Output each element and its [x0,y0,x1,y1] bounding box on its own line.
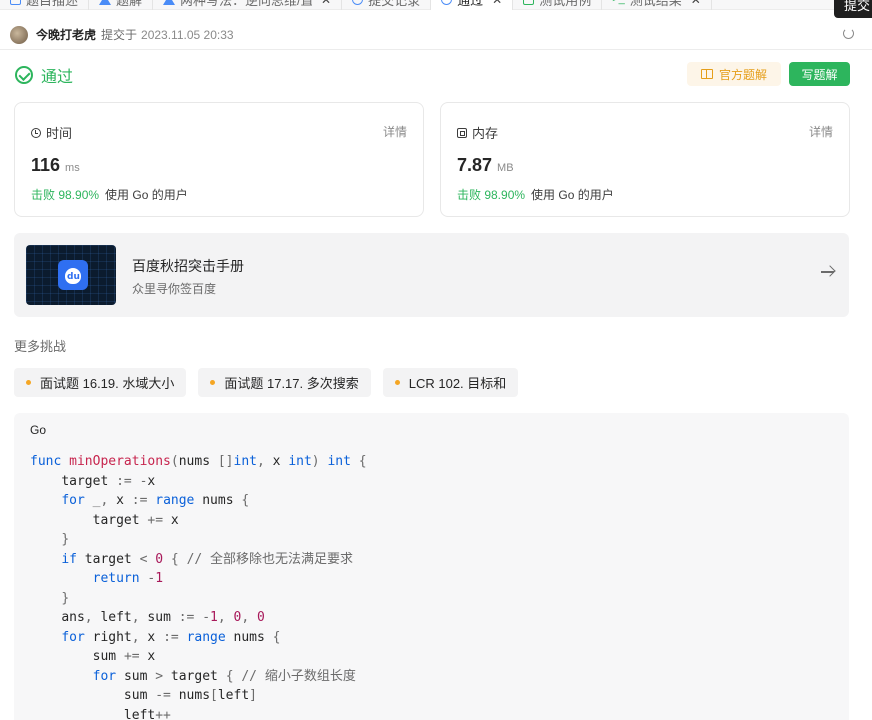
difficulty-dot [394,380,400,385]
challenge-label: 面试题 16.19. 水域大小 [40,376,175,391]
tab-solutions[interactable]: 题解 [89,0,154,10]
chip-icon [457,127,467,138]
history-icon [441,0,453,5]
code-line: for right, x := range nums { [61,629,281,645]
memory-title: 内存 [472,126,499,141]
tab-submissions[interactable]: 提交记录 [342,0,432,10]
status-text: 通过 [41,69,74,86]
checkbox-icon [523,0,535,5]
challenge-chip[interactable]: LCR 102. 目标和 [382,368,519,397]
submitted-prefix: 提交于 [101,28,138,42]
difficulty-dot [210,380,216,385]
memory-card[interactable]: 内存 详情 7.87 MB 击败 98.90% 使用 Go 的用户 [440,102,850,217]
tab-testcases[interactable]: 测试用例 [513,0,603,10]
tab-label: 题解 [116,0,143,8]
editor-tab-strip: 题目描述 题解 两种写法：逆向思维/直接 ✕ 提交记录 通过 ✕ 测试用例 >_… [0,0,872,10]
submission-timestamp: 2023.11.05 20:33 [141,28,234,42]
code-line: if target < 0 { // 全部移除也无法满足要求 [61,551,354,567]
memory-beat: 击败 98.90% 使用 Go 的用户 [457,186,614,203]
tab-label: 提交记录 [368,0,421,8]
code-line: func minOperations(nums []int, x int) in… [30,454,367,469]
code-line: sum += x [92,649,156,664]
terminal-icon: >_ [612,0,625,5]
memory-beat-suffix: 使用 Go 的用户 [531,188,614,202]
flask-icon [99,0,112,5]
runtime-header: 时间 [31,123,72,142]
check-circle-icon [15,66,33,84]
code-line: target += x [92,512,179,528]
clock-icon [31,127,41,138]
memory-detail-link[interactable]: 详情 [809,123,833,140]
code-line: return -1 [92,571,164,586]
code-content[interactable]: func minOperations(nums []int, x int) in… [30,452,367,720]
tab-label: 测试结果 [629,0,682,8]
baidu-logo-icon [58,260,88,290]
close-icon[interactable]: ✕ [691,0,701,7]
challenge-chip[interactable]: 面试题 16.19. 水域大小 [14,368,187,397]
code-line: for sum > target { // 缩小子数组长度 [92,668,356,684]
runtime-detail-link[interactable]: 详情 [383,123,407,140]
username[interactable]: 今晚打老虎 [36,26,96,43]
tab-label: 题目描述 [26,0,79,8]
memory-number: 7.87 [457,155,493,175]
code-line: ans, left, sum := -1, 0, 0 [61,610,265,625]
submit-button[interactable]: 提交 [834,0,872,18]
difficulty-dot [26,380,31,385]
book-icon [700,69,713,79]
runtime-beat: 击败 98.90% 使用 Go 的用户 [31,186,188,203]
promo-banner[interactable]: 百度秋招突击手册 众里寻你签百度 [14,233,849,317]
tab-accepted[interactable]: 通过 ✕ [431,0,514,10]
code-line: } [61,590,70,606]
official-solution-button[interactable]: 官方题解 [687,62,781,86]
runtime-beat-suffix: 使用 Go 的用户 [105,188,188,202]
code-line: sum -= nums[left] [123,688,257,703]
refresh-icon[interactable] [843,28,854,39]
memory-beat-percent: 击败 98.90% [457,188,526,202]
memory-unit: MB [497,162,514,174]
more-challenges-list: 面试题 16.19. 水域大小 面试题 17.17. 多次搜索 LCR 102.… [14,368,519,397]
code-line: for _, x := range nums { [61,493,250,508]
tab-label: 通过 [457,0,484,8]
submission-status: 通过 [15,63,73,87]
challenge-label: LCR 102. 目标和 [408,376,507,391]
code-line: target := -x [61,473,156,489]
banner-title: 百度秋招突击手册 [132,258,244,274]
runtime-beat-percent: 击败 98.90% [31,188,100,202]
tab-description[interactable]: 题目描述 [0,0,90,10]
close-icon[interactable]: ✕ [321,0,331,7]
document-icon [10,0,21,5]
memory-header: 内存 [457,123,498,142]
runtime-value: 116 ms [31,155,80,176]
tab-test-results[interactable]: >_ 测试结果 ✕ [602,0,712,10]
write-solution-button[interactable]: 写题解 [789,62,850,86]
runtime-title: 时间 [46,126,73,141]
arrow-right-icon[interactable] [821,265,835,279]
challenge-chip[interactable]: 面试题 17.17. 多次搜索 [198,368,371,397]
avatar[interactable] [10,25,28,44]
banner-image [26,245,116,305]
runtime-card[interactable]: 时间 详情 116 ms 击败 98.90% 使用 Go 的用户 [14,102,424,217]
memory-value: 7.87 MB [457,155,514,176]
history-icon [352,0,364,5]
submission-header: 今晚打老虎 提交于 2023.11.05 20:33 [0,20,872,50]
code-block[interactable]: Go func minOperations(nums []int, x int)… [14,413,849,720]
code-line: } [61,532,70,547]
submission-meta: 提交于 2023.11.05 20:33 [101,26,234,43]
flask-icon [163,0,176,5]
banner-subtitle: 众里寻你签百度 [132,282,217,296]
tab-label: 测试用例 [539,0,592,8]
tab-solution-article[interactable]: 两种写法：逆向思维/直接 ✕ [153,0,343,10]
official-solution-label: 官方题解 [718,67,767,82]
code-line: left++ [123,707,171,720]
challenge-label: 面试题 17.17. 多次搜索 [224,376,359,391]
tab-label: 两种写法：逆向思维/直接 [180,0,313,8]
runtime-unit: ms [65,162,80,174]
runtime-number: 116 [31,155,61,175]
close-icon[interactable]: ✕ [492,0,502,7]
more-challenges-title: 更多挑战 [14,339,67,354]
code-language: Go [30,423,47,437]
